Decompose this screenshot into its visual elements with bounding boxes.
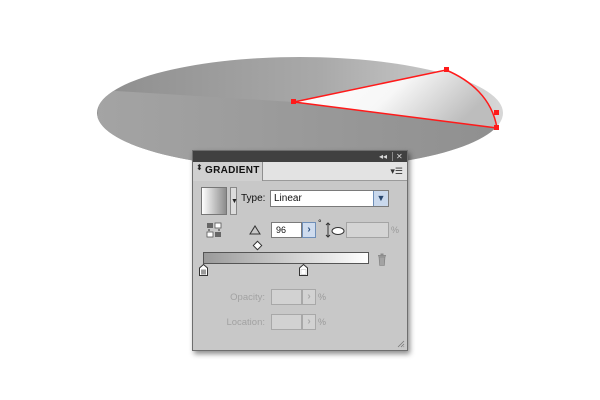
chevron-right-icon: › [302,289,316,305]
aspect-ratio-input [346,222,389,238]
angle-input[interactable]: 96 [271,222,302,238]
gradient-swatch[interactable] [201,187,227,215]
chevron-down-icon[interactable]: ▼ [373,191,388,206]
swatch-dropdown-button[interactable]: ▼ [230,187,238,215]
anchor-point[interactable] [494,125,499,130]
resize-grip-icon[interactable] [397,340,405,348]
reverse-gradient-icon[interactable] [206,222,222,238]
type-label: Type: [241,193,266,204]
panel-title: GRADIENT [205,165,260,176]
aspect-ratio-icon [325,222,345,238]
anchor-point[interactable] [291,99,296,104]
collapse-icon[interactable]: ◂◂ [379,151,387,162]
gradient-type-value: Linear [274,193,302,204]
gradient-panel: ◂◂ ✕ ⬍ GRADIENT ▾☰ ▼ Type: Linear ▼ 96 ›… [192,150,408,351]
anchor-point[interactable] [444,67,449,72]
location-unit: % [318,317,327,327]
angle-icon [249,225,261,235]
titlebar-divider [392,152,393,161]
gradient-ramp[interactable] [203,252,369,264]
trash-icon[interactable] [377,253,387,266]
tab-gradient[interactable]: ⬍ GRADIENT [193,162,263,181]
panel-titlebar[interactable]: ◂◂ ✕ [193,151,407,162]
gradient-stop[interactable] [199,264,208,276]
aspect-unit: % [391,225,400,235]
panel-tab-row: ⬍ GRADIENT ▾☰ [193,162,407,181]
chevron-right-icon: › [302,314,316,330]
gradient-midpoint-diamond[interactable] [252,240,263,251]
close-icon[interactable]: ✕ [396,151,403,162]
tab-toggle-icon[interactable]: ⬍ [196,164,203,172]
gradient-type-select[interactable]: Linear ▼ [270,190,389,207]
anchor-point[interactable] [494,110,499,115]
opacity-unit: % [318,292,327,302]
gradient-stop[interactable] [299,264,308,276]
opacity-label: Opacity: [230,292,265,303]
location-input [271,314,302,330]
chevron-right-icon[interactable]: › [302,222,316,238]
angle-unit: ° [318,218,322,228]
location-label: Location: [226,317,265,328]
opacity-input [271,289,302,305]
panel-menu-icon[interactable]: ▾☰ [390,167,403,176]
